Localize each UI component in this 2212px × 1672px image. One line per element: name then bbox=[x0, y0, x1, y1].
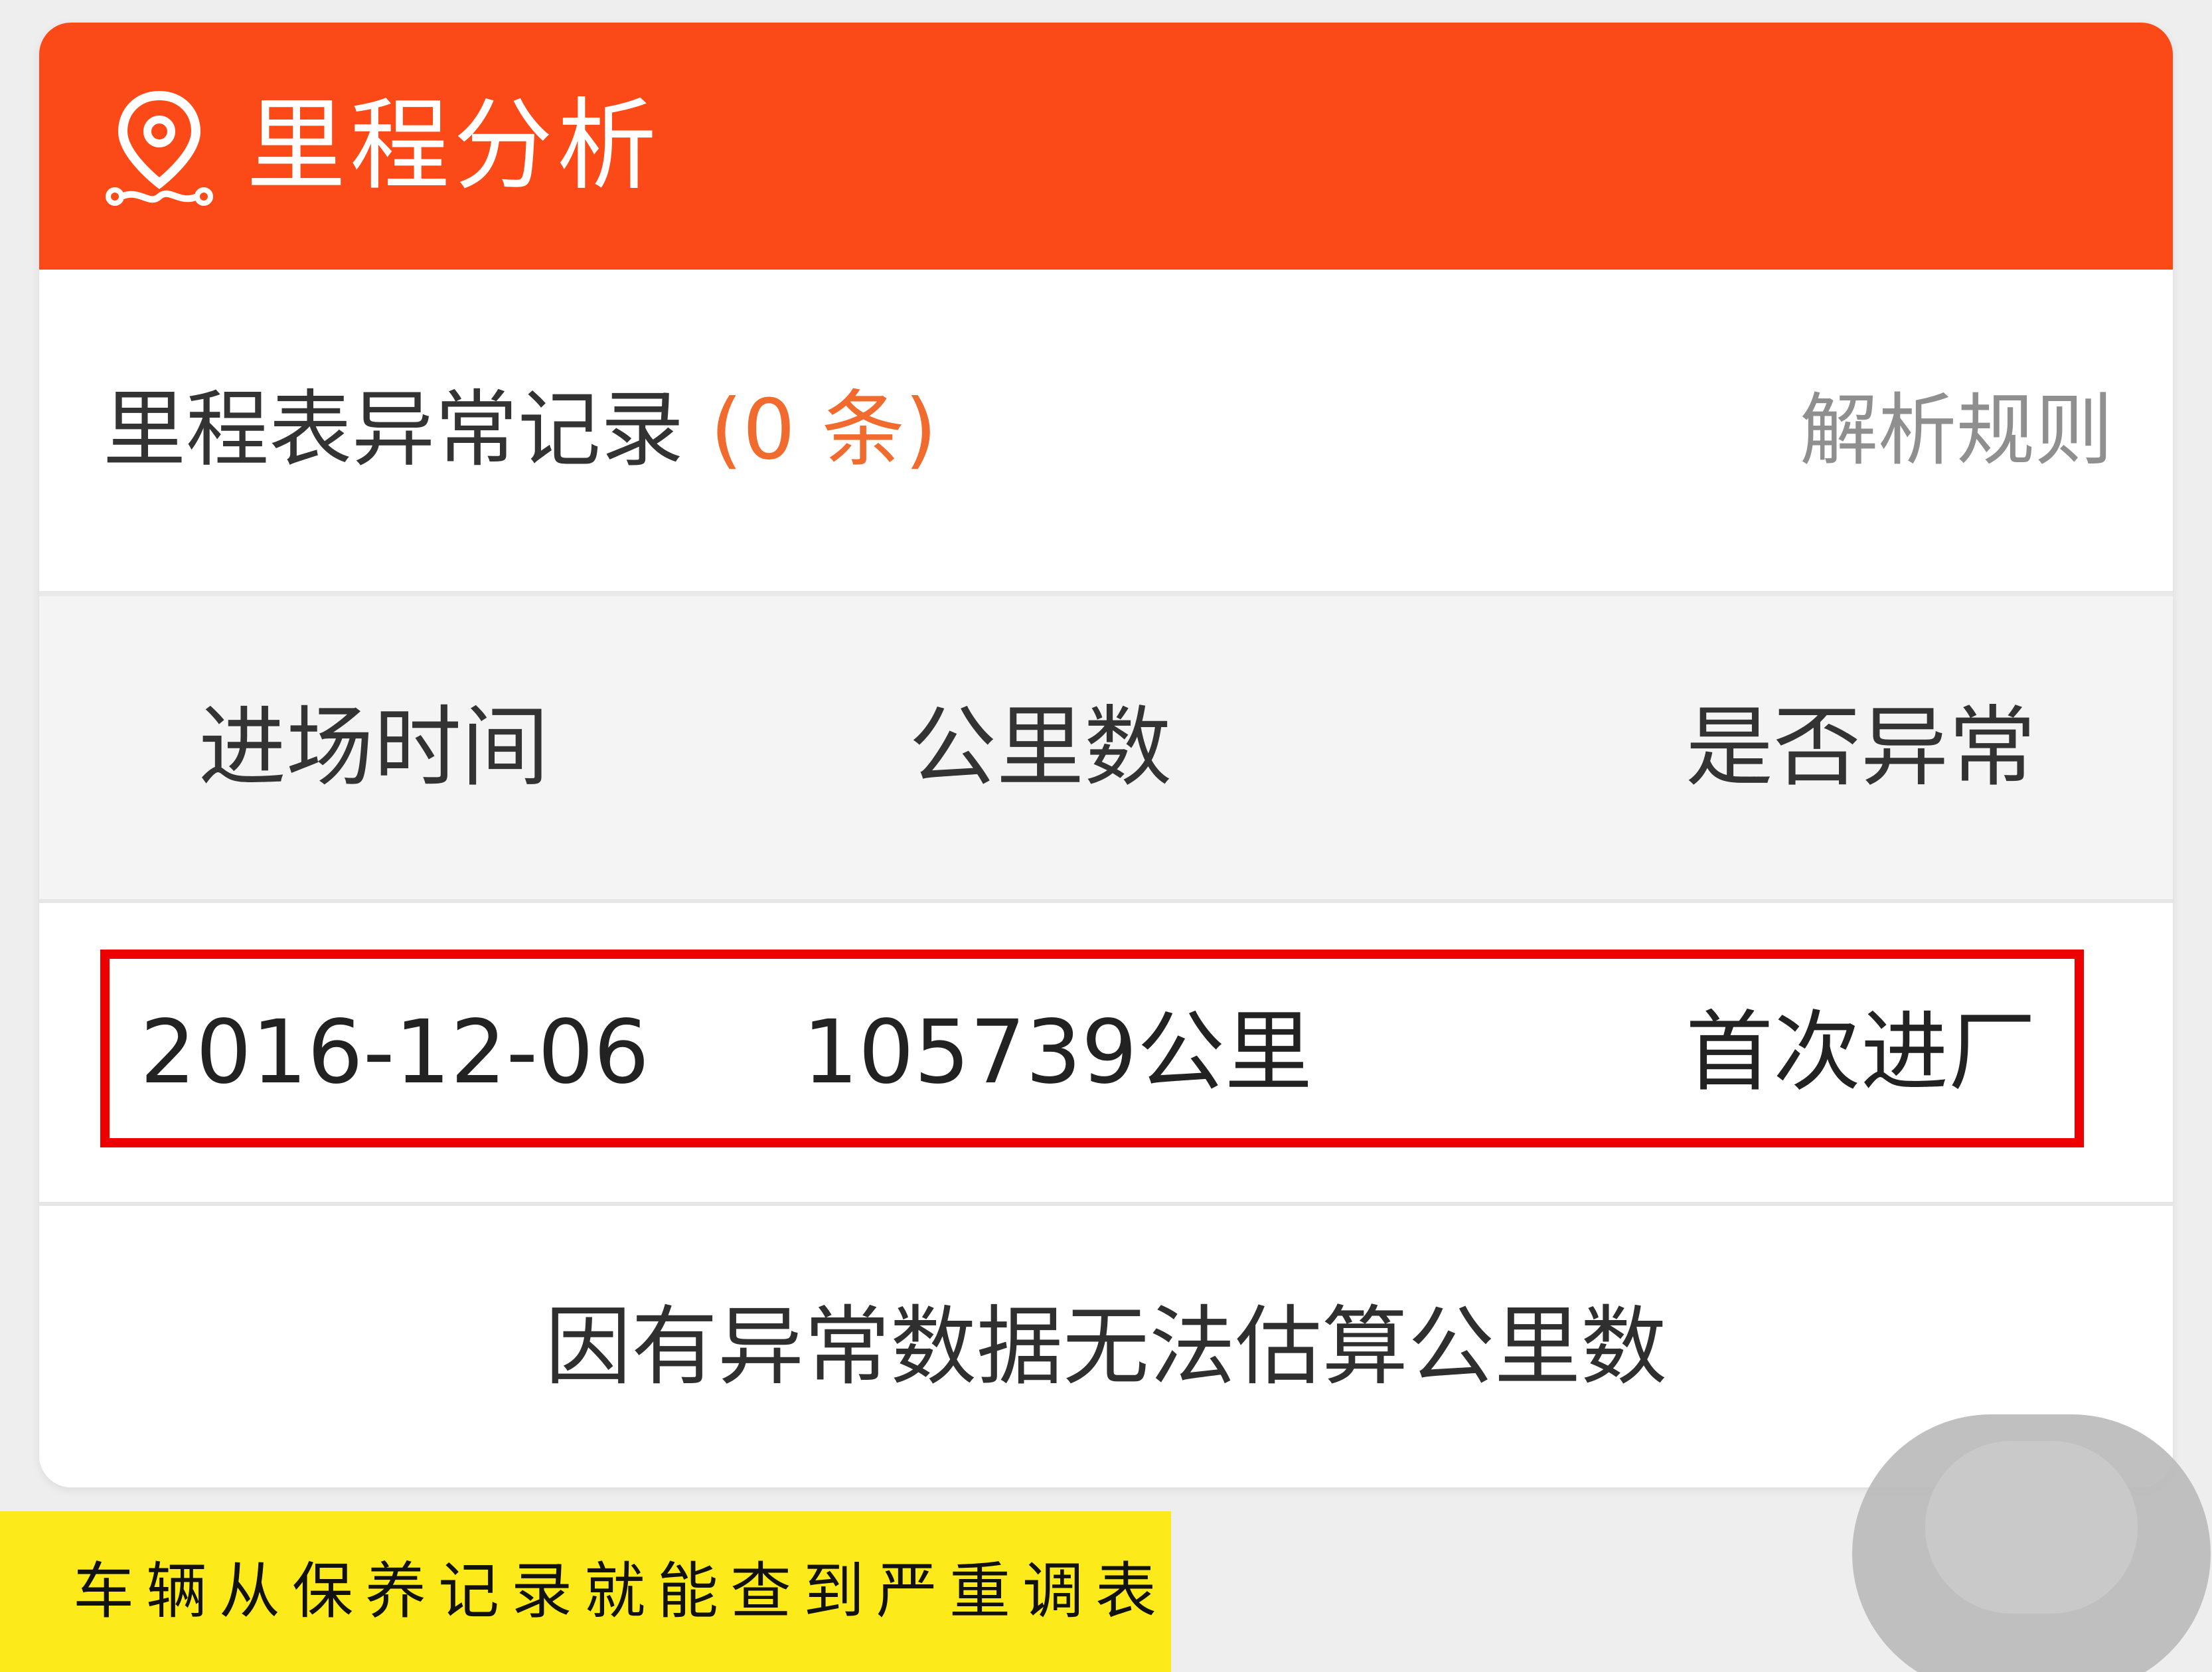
cell-status: 首次进厂 bbox=[1686, 1001, 2036, 1104]
table-header: 进场时间 公里数 是否异常 bbox=[39, 596, 2173, 903]
anomaly-count: (0 条) bbox=[710, 382, 937, 478]
card-header: 里程分析 bbox=[39, 23, 2173, 270]
parsing-rules-link[interactable]: 解析规则 bbox=[1800, 270, 2113, 591]
summary-title: 里程表异常记录 bbox=[103, 382, 684, 478]
estimate-unavailable-note: 因有异常数据无法估算公里数 bbox=[544, 1296, 1667, 1397]
floating-button-inner bbox=[1925, 1441, 2138, 1614]
column-header-entry-time: 进场时间 bbox=[198, 697, 549, 799]
table-row: 2016-12-06 105739公里 首次进厂 bbox=[39, 903, 2173, 1206]
card-title: 里程分析 bbox=[246, 88, 661, 204]
caption-banner: 车辆从保养记录就能查到严重调表 bbox=[0, 1511, 1171, 1672]
column-header-is-abnormal: 是否异常 bbox=[1686, 697, 2036, 799]
location-pin-route-icon bbox=[106, 90, 213, 206]
column-header-mileage: 公里数 bbox=[909, 697, 1172, 799]
page: 里程分析 里程表异常记录 (0 条) 解析规则 进场时间 公里数 是否异常 20… bbox=[0, 0, 2212, 1672]
mileage-analysis-card: 里程分析 里程表异常记录 (0 条) 解析规则 进场时间 公里数 是否异常 20… bbox=[39, 23, 2173, 1487]
odometer-anomaly-summary: 里程表异常记录 (0 条) 解析规则 bbox=[39, 270, 2173, 596]
cell-mileage: 105739公里 bbox=[803, 1001, 1312, 1104]
caption-text: 车辆从保养记录就能查到严重调表 bbox=[73, 1556, 1169, 1627]
cell-entry-date: 2016-12-06 bbox=[140, 1001, 650, 1104]
